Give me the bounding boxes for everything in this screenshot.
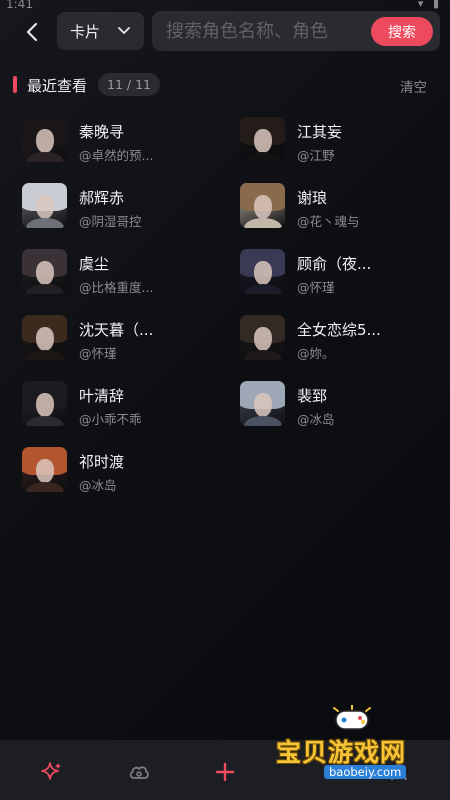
character-name: 全女恋综5...: [297, 321, 381, 339]
character-name: 谢琅: [297, 189, 328, 207]
search-box: 搜索: [152, 11, 440, 51]
character-name: 沈天暮（...: [79, 321, 154, 339]
character-name: 祁时渡: [79, 453, 125, 471]
character-name: 郝辉赤: [79, 189, 125, 207]
character-avatar: [240, 117, 285, 162]
chevron-left-icon: [26, 22, 38, 42]
gamepad-icon: [333, 705, 371, 730]
cloud-icon: [129, 766, 149, 779]
chevron-down-icon: [118, 27, 130, 34]
section-title: 最近查看: [27, 77, 88, 95]
character-avatar: [240, 249, 285, 294]
watermark-text: 宝贝游戏网: [276, 738, 407, 767]
character-card[interactable]: 顾俞（夜... @怀瑾: [240, 249, 440, 297]
clear-button[interactable]: 清空: [400, 76, 427, 96]
character-card[interactable]: 祁时渡 @冰岛: [22, 447, 222, 495]
character-card[interactable]: 虞尘 @比格重度...: [22, 249, 222, 297]
status-icons: ▾ ▮: [417, 0, 442, 10]
watermark-url: baobeiy.com: [324, 765, 407, 779]
character-card[interactable]: 郝辉赤 @阴湿哥控: [22, 183, 222, 231]
character-author: @江野: [297, 148, 335, 163]
character-author: @比格重度...: [79, 280, 154, 295]
nav-community[interactable]: [127, 760, 151, 784]
character-name: 秦晚寻: [79, 123, 125, 141]
character-author: @花丶魂与: [297, 214, 360, 229]
character-avatar: [22, 117, 67, 162]
character-author: @阴湿哥控: [79, 214, 142, 229]
character-avatar: [240, 183, 285, 228]
character-card[interactable]: 秦晚寻 @卓然的预...: [22, 117, 222, 165]
sparkle-icon: [41, 762, 61, 780]
character-author: @卓然的预...: [79, 148, 154, 163]
search-button[interactable]: 搜索: [371, 17, 433, 46]
character-avatar: [240, 315, 285, 360]
nav-create[interactable]: [213, 760, 237, 784]
character-card[interactable]: 沈天暮（... @怀瑾: [22, 315, 222, 363]
character-name: 叶清辞: [79, 387, 125, 405]
character-author: @妳。: [297, 346, 335, 361]
nav-discover[interactable]: [40, 760, 64, 784]
back-button[interactable]: [18, 18, 46, 46]
type-dropdown[interactable]: 卡片: [57, 12, 144, 50]
character-author: @冰岛: [79, 478, 117, 493]
character-name: 顾俞（夜...: [297, 255, 372, 273]
character-name: 虞尘: [79, 255, 110, 273]
character-avatar: [22, 249, 67, 294]
character-avatar: [22, 183, 67, 228]
character-avatar: [22, 315, 67, 360]
type-dropdown-label: 卡片: [70, 22, 101, 41]
watermark: 宝贝游戏网 baobeiy.com: [272, 705, 432, 785]
count-badge: 11 / 11: [98, 73, 160, 96]
character-name: 江其妄: [297, 123, 343, 141]
app-screen: 1:41 ▾ ▮ 卡片 搜索 最近查看 11 / 11 清空 秦晚寻@卓然的预.…: [0, 0, 450, 800]
character-author: @冰岛: [297, 412, 335, 427]
character-card[interactable]: 裴郅 @冰岛: [240, 381, 440, 429]
section-accent-bar: [13, 76, 17, 93]
character-avatar: [240, 381, 285, 426]
recently-viewed-header: 最近查看 11 / 11 清空: [0, 73, 450, 97]
character-author: @小乖不乖: [79, 412, 142, 427]
top-bar: 卡片 搜索: [0, 10, 450, 54]
character-avatar: [22, 447, 67, 492]
character-name: 裴郅: [297, 387, 328, 405]
character-card[interactable]: 叶清辞 @小乖不乖: [22, 381, 222, 429]
character-author: @怀瑾: [79, 346, 117, 361]
character-avatar: [22, 381, 67, 426]
character-card[interactable]: 全女恋综5... @妳。: [240, 315, 440, 363]
character-card[interactable]: 谢琅 @花丶魂与: [240, 183, 440, 231]
character-author: @怀瑾: [297, 280, 335, 295]
character-card[interactable]: 江其妄 @江野: [240, 117, 440, 165]
plus-icon: [215, 762, 235, 782]
search-input[interactable]: [152, 11, 370, 51]
